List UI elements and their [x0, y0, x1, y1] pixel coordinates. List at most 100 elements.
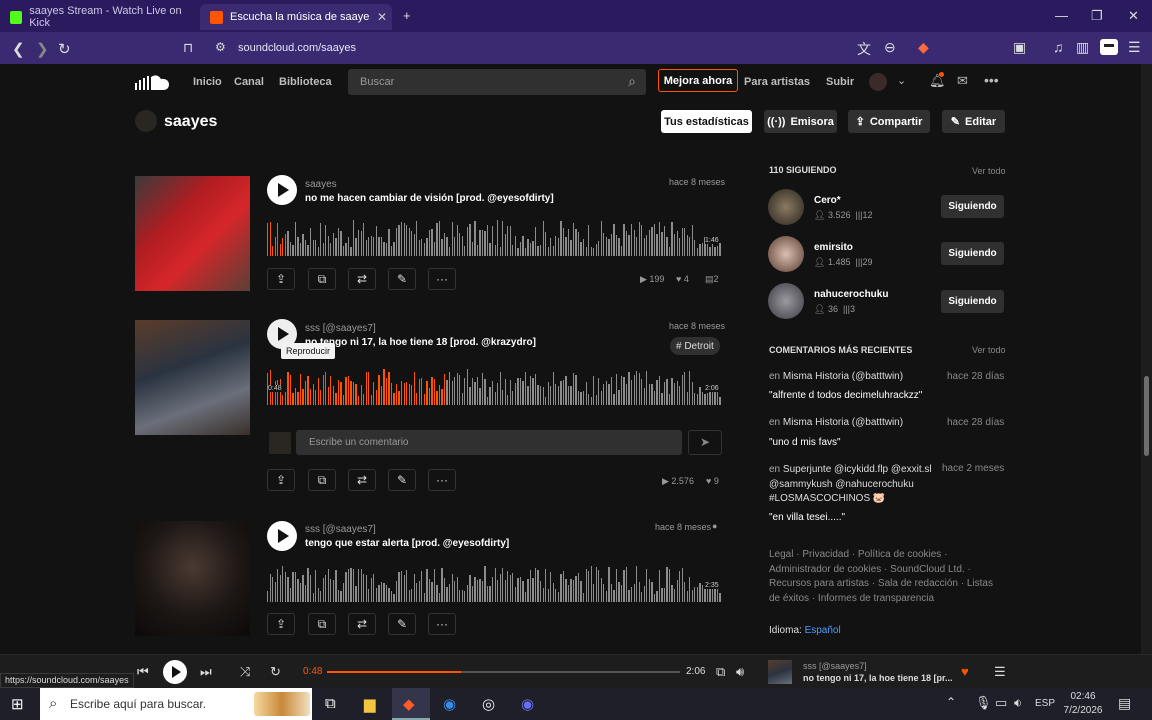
- waveform[interactable]: [267, 562, 722, 602]
- upgrade-button[interactable]: Mejora ahora: [658, 69, 738, 92]
- comment-track-link[interactable]: Misma Historia (@batttwin): [783, 371, 903, 382]
- clock-date[interactable]: 7/2/2026: [1060, 705, 1106, 716]
- share-icon[interactable]: ⇪: [267, 469, 295, 491]
- see-all-comments[interactable]: Ver todo: [972, 345, 1006, 355]
- forward-icon[interactable]: ❯: [36, 40, 49, 58]
- minimize-icon[interactable]: —: [1055, 8, 1068, 23]
- see-all-following[interactable]: Ver todo: [972, 166, 1006, 176]
- volume-tray-icon[interactable]: 🔉︎: [1014, 695, 1022, 711]
- like-count[interactable]: ♥ 9: [706, 476, 719, 486]
- copy-link-icon[interactable]: ⧉: [308, 469, 336, 491]
- windows-start-icon[interactable]: ⊞: [11, 695, 24, 713]
- track-artwork[interactable]: [135, 521, 250, 636]
- progress-track[interactable]: [327, 671, 680, 673]
- split-view-icon[interactable]: ▥: [1076, 39, 1089, 56]
- app-icon[interactable]: ◉: [443, 695, 456, 713]
- send-icon[interactable]: ➤: [688, 430, 722, 455]
- task-view-icon[interactable]: ⧉: [325, 695, 336, 712]
- upload-link[interactable]: Subir: [826, 76, 854, 88]
- obs-icon[interactable]: ◎: [482, 695, 495, 713]
- scrollbar-thumb[interactable]: [1144, 376, 1149, 456]
- nav-inicio[interactable]: Inicio: [193, 76, 222, 88]
- play-button[interactable]: [267, 175, 297, 205]
- following-avatar[interactable]: [768, 189, 804, 225]
- cast-icon[interactable]: ⧉: [716, 664, 725, 680]
- share-icon[interactable]: ⇪: [267, 268, 295, 290]
- following-button[interactable]: Siguiendo: [941, 242, 1004, 265]
- nav-canal[interactable]: Canal: [234, 76, 264, 88]
- station-button[interactable]: ((·)) Emisora: [764, 110, 837, 133]
- for-artists-link[interactable]: Para artistas: [744, 76, 810, 88]
- genre-tag[interactable]: # Detroit: [670, 337, 720, 355]
- player-play-button[interactable]: [163, 660, 187, 684]
- extension-icon[interactable]: ▬: [1100, 39, 1118, 55]
- user-avatar[interactable]: [869, 73, 887, 91]
- more-icon[interactable]: ···: [428, 268, 456, 290]
- comment-track-link[interactable]: Misma Historia (@batttwin): [783, 417, 903, 428]
- network-icon[interactable]: ▭: [995, 695, 1007, 711]
- url-field[interactable]: soundcloud.com/saayes: [238, 42, 356, 54]
- tab-kick[interactable]: saayes Stream - Watch Live on Kick: [0, 4, 195, 30]
- translate-icon[interactable]: 文: [857, 39, 871, 59]
- share-icon[interactable]: ⇪: [267, 613, 295, 635]
- soundcloud-logo-icon[interactable]: [135, 73, 171, 91]
- waveform[interactable]: [267, 365, 722, 405]
- following-button[interactable]: Siguiendo: [941, 290, 1004, 313]
- track-artwork[interactable]: [135, 176, 250, 291]
- search-icon[interactable]: ⌕: [628, 73, 636, 90]
- reload-icon[interactable]: ↻: [58, 40, 71, 58]
- close-window-icon[interactable]: ✕: [1128, 8, 1139, 24]
- media-icon[interactable]: ♫: [1053, 39, 1064, 55]
- repost-icon[interactable]: ⇄: [348, 613, 376, 635]
- volume-icon[interactable]: 🔊︎: [736, 664, 744, 680]
- brave-taskbar-item[interactable]: ◆: [392, 688, 430, 720]
- following-avatar[interactable]: [768, 236, 804, 272]
- new-tab-icon[interactable]: +: [403, 8, 411, 23]
- stats-button[interactable]: Tus estadísticas: [661, 110, 752, 133]
- copy-link-icon[interactable]: ⧉: [308, 613, 336, 635]
- player-artist[interactable]: sss [@saayes7]: [803, 661, 867, 671]
- track-artwork[interactable]: [135, 320, 250, 435]
- nav-biblioteca[interactable]: Biblioteca: [279, 76, 332, 88]
- close-tab-icon[interactable]: ✕: [377, 10, 387, 24]
- track-artist[interactable]: sss [@saayes7]: [305, 524, 376, 535]
- edit-button[interactable]: ✎ Editar: [942, 110, 1005, 133]
- input-language[interactable]: ESP: [1035, 698, 1055, 709]
- comment-count[interactable]: ▤2: [705, 274, 719, 285]
- sidebar-panel-icon[interactable]: ▣: [1013, 39, 1026, 56]
- messages-icon[interactable]: ✉: [957, 73, 968, 89]
- queue-icon[interactable]: ☰: [994, 664, 1006, 680]
- language-link[interactable]: Español: [805, 625, 841, 636]
- following-name[interactable]: emirsito: [814, 242, 853, 253]
- menu-icon[interactable]: ☰: [1128, 39, 1141, 56]
- taskbar-search[interactable]: ⌕ Escribe aquí para buscar.: [40, 688, 312, 720]
- comment-input[interactable]: Escribe un comentario: [296, 430, 682, 455]
- discord-icon[interactable]: ◉: [521, 695, 534, 713]
- copy-link-icon[interactable]: ⧉: [308, 268, 336, 290]
- previous-icon[interactable]: ⏮: [137, 664, 149, 680]
- more-options-icon[interactable]: •••: [984, 72, 999, 88]
- tray-chevron-icon[interactable]: ⌃: [946, 695, 956, 709]
- restore-icon[interactable]: ❐: [1091, 8, 1103, 24]
- following-avatar[interactable]: [768, 283, 804, 319]
- back-icon[interactable]: ❮: [12, 40, 25, 58]
- comment-track-link[interactable]: Superjunte @icykidd.flp @exxit.sl @sammy…: [769, 464, 932, 504]
- following-name[interactable]: Cero*: [814, 195, 841, 206]
- file-explorer-icon[interactable]: ▆: [364, 695, 376, 713]
- search-input[interactable]: Buscar ⌕: [348, 69, 646, 95]
- edit-track-icon[interactable]: ✎: [388, 613, 416, 635]
- repost-icon[interactable]: ⇄: [348, 268, 376, 290]
- zoom-icon[interactable]: ⊖: [884, 39, 896, 56]
- chevron-down-icon[interactable]: ⌄: [897, 74, 906, 87]
- repost-icon[interactable]: ⇄: [348, 469, 376, 491]
- track-artist[interactable]: saayes: [305, 179, 337, 190]
- share-button[interactable]: ⇪ Compartir: [848, 110, 930, 133]
- more-icon[interactable]: ···: [428, 613, 456, 635]
- like-count[interactable]: ♥ 4: [676, 274, 689, 284]
- player-artwork[interactable]: [768, 660, 792, 684]
- player-title[interactable]: no tengo ni 17, la hoe tiene 18 [pr...: [803, 673, 953, 683]
- brave-shield-icon[interactable]: ◆: [918, 39, 929, 56]
- track-title[interactable]: no tengo ni 17, la hoe tiene 18 [prod. @…: [305, 337, 536, 348]
- following-name[interactable]: nahucerochuku: [814, 289, 888, 300]
- like-heart-icon[interactable]: ♥: [961, 664, 969, 679]
